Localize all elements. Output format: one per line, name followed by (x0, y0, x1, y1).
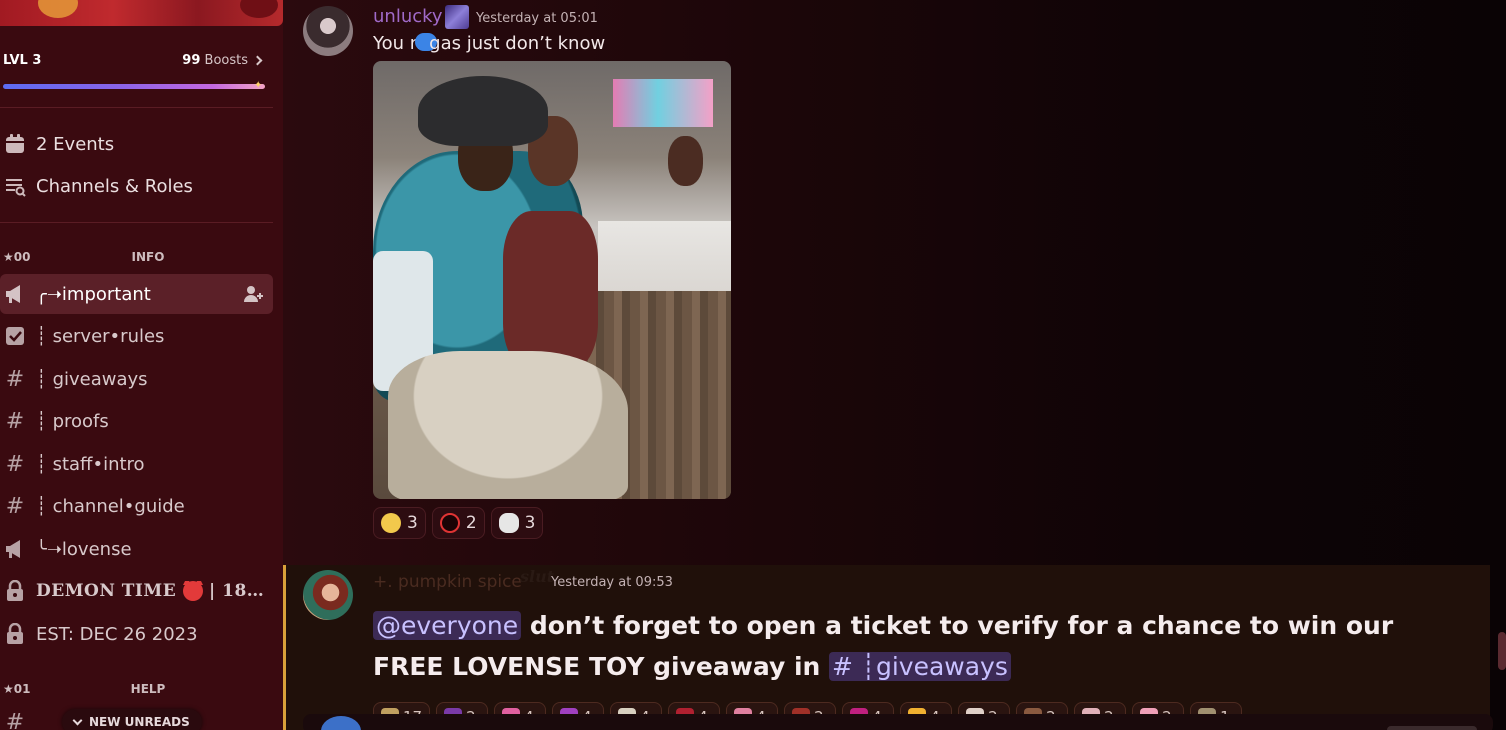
boost-count[interactable]: 99 Boosts (182, 52, 263, 68)
channel-prefix: ╰➝ (36, 538, 62, 560)
message-text: You n gas just don’t know (373, 33, 605, 54)
smiling-devil-icon (182, 580, 203, 602)
author-tag-icon (445, 5, 469, 29)
message-text-end: gas just don’t know (429, 33, 606, 54)
rules-icon (4, 325, 26, 347)
relieved-face-icon (381, 513, 401, 533)
channel-name: lovense (61, 538, 132, 560)
author-tag: slut (520, 567, 555, 586)
calendar-icon (4, 133, 26, 155)
hash-icon: # (5, 451, 25, 477)
new-unreads-button[interactable]: NEW UNREADS (62, 709, 202, 730)
channel-name: channel•guide (52, 495, 185, 517)
no-under-18-icon (439, 513, 460, 533)
hash-icon: # (5, 493, 25, 519)
announcement-icon (4, 283, 26, 305)
server-sidebar: LVL 3 99 Boosts ✦ 2 Events Channels & Ro… (0, 0, 283, 730)
channel-server-rules[interactable]: ┊ server•rules (0, 316, 273, 356)
channel-prefix: ╭➝ (36, 283, 62, 305)
channels-roles-link[interactable]: Channels & Roles (4, 173, 193, 199)
server-banner (0, 0, 283, 26)
channel-prefix: ┊ (36, 325, 47, 347)
channel-name: staff•intro (52, 453, 145, 475)
channel-demon-time[interactable]: DEMON TIME | 18+ ... (0, 571, 273, 611)
channel-name: EST: DEC 26 2023 (36, 623, 198, 645)
boost-progress-bar (3, 84, 265, 89)
category-help[interactable]: ★01 HELP (3, 682, 273, 698)
channel-name: proofs (52, 410, 109, 432)
add-member-icon[interactable] (243, 284, 263, 309)
new-unreads-label: NEW UNREADS (89, 715, 190, 729)
chevron-right-icon (252, 55, 263, 65)
avatar[interactable] (303, 6, 353, 56)
channel-prefix: ┊ (36, 495, 47, 517)
avatar[interactable] (303, 570, 353, 620)
input-action-button[interactable] (1387, 726, 1477, 730)
channel-name: DEMON TIME (36, 580, 177, 601)
message-text: @everyone don’t forget to open a ticket … (373, 605, 1433, 687)
channels-roles-label: Channels & Roles (36, 175, 193, 197)
channel-mention[interactable]: # ┊giveaways (829, 652, 1011, 681)
channel-prefix: ┊ (36, 368, 47, 390)
divider (0, 222, 273, 223)
message-image-attachment[interactable] (373, 61, 731, 499)
message-list: unlucky Yesterday at 05:01 You n gas just… (283, 0, 1506, 730)
announcement-icon (4, 538, 26, 560)
events-label: 2 Events (36, 133, 115, 155)
sparkle-icon: ✦ (254, 80, 263, 91)
channel-suffix: | 18+ ... (209, 580, 266, 601)
lock-icon (4, 623, 26, 645)
hash-icon: # (5, 709, 25, 730)
channel-lovense[interactable]: ╰➝lovense (0, 529, 273, 569)
category-name: HELP (130, 682, 166, 696)
boost-count-label: Boosts (204, 52, 248, 68)
reaction-count: 2 (465, 513, 477, 533)
lock-icon (4, 580, 26, 602)
message-timestamp: Yesterday at 09:53 (551, 575, 673, 590)
reaction-skull[interactable]: 3 (490, 507, 544, 539)
channel-proofs[interactable]: # ┊ proofs (0, 401, 273, 441)
message-text-start: You n (373, 33, 422, 54)
message-author[interactable]: unlucky (373, 6, 443, 27)
reaction-18-plus[interactable]: 2 (431, 507, 485, 539)
channel-name: server•rules (52, 325, 165, 347)
category-info[interactable]: ★00 INFO (3, 250, 273, 266)
boost-level: LVL 3 (3, 52, 42, 68)
reaction-bar: 3 2 3 (373, 507, 544, 539)
channel-channel-guide[interactable]: # ┊ channel•guide (0, 486, 273, 526)
scrollbar-thumb[interactable] (1498, 632, 1506, 670)
hash-icon: # (5, 366, 25, 392)
message-timestamp: Yesterday at 05:01 (476, 11, 598, 26)
reaction-relieved[interactable]: 3 (373, 507, 426, 539)
message-author[interactable]: +. pumpkin spice (373, 572, 522, 592)
channel-giveaways[interactable]: # ┊ giveaways (0, 359, 273, 399)
channel-name: giveaways (52, 368, 148, 390)
reaction-count: 3 (407, 513, 418, 533)
channel-important[interactable]: ╭➝important (0, 274, 273, 314)
channel-staff-intro[interactable]: # ┊ staff•intro (0, 444, 273, 484)
boost-level-row[interactable]: LVL 3 99 Boosts (3, 50, 263, 70)
channel-prefix: ┊ (36, 410, 47, 432)
category-name: INFO (131, 250, 165, 264)
divider (0, 107, 273, 108)
events-link[interactable]: 2 Events (4, 131, 114, 157)
channel-est[interactable]: EST: DEC 26 2023 (0, 614, 273, 654)
reaction-count: 3 (524, 513, 536, 533)
boost-count-number: 99 (182, 52, 201, 68)
channel-browse-icon (4, 175, 26, 197)
everyone-mention[interactable]: @everyone (373, 611, 522, 640)
message-input-bar[interactable] (303, 714, 1493, 730)
chevron-down-icon (72, 715, 83, 725)
hash-icon: # (5, 408, 25, 434)
skull-crossbones-icon (498, 513, 519, 533)
channel-name: important (61, 283, 151, 305)
channel-prefix: ┊ (36, 453, 47, 475)
